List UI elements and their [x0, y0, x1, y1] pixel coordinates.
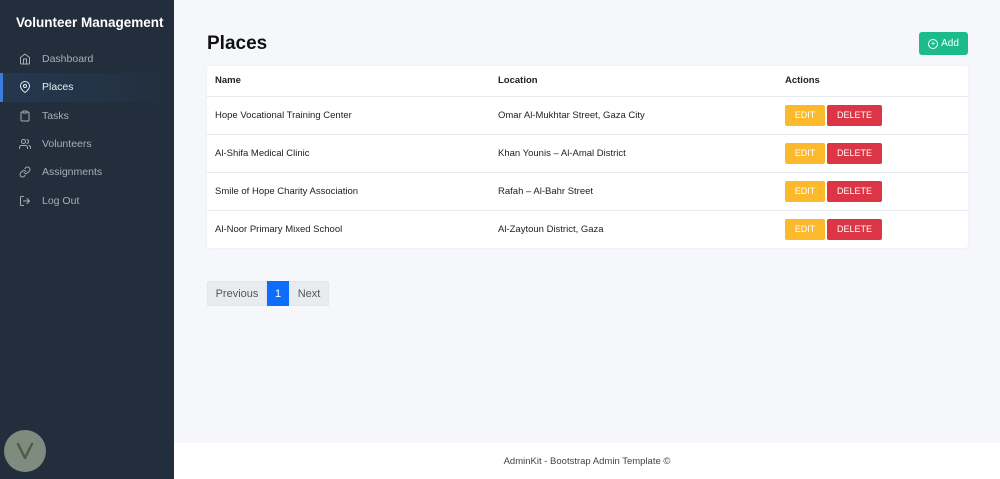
add-button[interactable]: + Add: [919, 32, 968, 55]
sidebar: Volunteer Management Dashboard Places Ta…: [0, 0, 174, 479]
table-row: Al-Noor Primary Mixed School Al-Zaytoun …: [207, 210, 968, 248]
edit-button[interactable]: EDIT: [785, 104, 825, 126]
sidebar-item-volunteers[interactable]: Volunteers: [0, 130, 174, 158]
place-name: Hope Vocational Training Center: [207, 96, 490, 135]
main-content: Places + Add Name Location Actions Hope …: [174, 0, 1000, 443]
sidebar-item-places[interactable]: Places: [0, 73, 174, 102]
home-icon: [19, 53, 31, 65]
delete-button[interactable]: DELETE: [827, 180, 882, 202]
table-header-row: Name Location Actions: [207, 66, 968, 97]
place-location: Khan Younis – Al-Amal District: [490, 134, 777, 173]
users-icon: [19, 138, 31, 150]
column-header-name: Name: [207, 66, 490, 97]
log-out-icon: [19, 195, 31, 207]
link-icon: [19, 166, 31, 178]
sidebar-item-assignments[interactable]: Assignments: [0, 158, 174, 186]
app-title[interactable]: Volunteer Management: [0, 0, 174, 44]
edit-button[interactable]: EDIT: [785, 180, 825, 202]
column-header-actions: Actions: [777, 66, 968, 97]
sidebar-item-dashboard[interactable]: Dashboard: [0, 45, 174, 73]
row-actions: EDIT DELETE: [777, 96, 968, 135]
place-name: Al-Noor Primary Mixed School: [215, 223, 343, 235]
column-header-location: Location: [490, 66, 777, 97]
add-button-label: Add: [941, 38, 959, 49]
place-location: Al-Zaytoun District, Gaza: [498, 223, 604, 235]
sidebar-item-label: Tasks: [42, 109, 69, 122]
sidebar-item-label: Assignments: [42, 166, 103, 179]
plus-circle-icon: +: [928, 38, 939, 49]
map-pin-icon: [19, 81, 31, 94]
sidebar-nav: Dashboard Places Tasks Volunteers Assign…: [0, 45, 174, 215]
row-actions: EDIT DELETE: [777, 134, 968, 173]
page-title: Places: [207, 33, 268, 54]
place-name: Smile of Hope Charity Association: [207, 172, 490, 211]
table-row: Smile of Hope Charity Association Rafah …: [207, 172, 968, 211]
edit-button[interactable]: EDIT: [785, 218, 825, 240]
delete-button[interactable]: DELETE: [827, 218, 882, 240]
sidebar-item-label: Log Out: [42, 194, 80, 207]
sidebar-item-label: Volunteers: [42, 138, 92, 151]
places-table-card: Name Location Actions Hope Vocational Tr…: [207, 66, 968, 248]
row-actions: EDIT DELETE: [777, 210, 968, 248]
table-row: Al-Shifa Medical Clinic Khan Younis – Al…: [207, 134, 968, 173]
pagination-previous[interactable]: Previous: [207, 281, 267, 306]
watermark-logo: [4, 430, 46, 472]
sidebar-item-label: Dashboard: [42, 53, 94, 66]
pagination-page-1[interactable]: 1: [267, 281, 289, 306]
delete-button[interactable]: DELETE: [827, 104, 882, 126]
delete-button[interactable]: DELETE: [827, 142, 882, 164]
row-actions: EDIT DELETE: [777, 172, 968, 211]
sidebar-item-label: Places: [42, 81, 74, 94]
pagination-next[interactable]: Next: [289, 281, 329, 306]
places-table: Name Location Actions Hope Vocational Tr…: [207, 66, 968, 248]
table-row: Hope Vocational Training Center Omar Al-…: [207, 96, 968, 135]
edit-button[interactable]: EDIT: [785, 142, 825, 164]
clipboard-icon: [19, 110, 31, 122]
sidebar-item-tasks[interactable]: Tasks: [0, 102, 174, 130]
place-location: Rafah – Al-Bahr Street: [490, 172, 777, 211]
place-location: Omar Al-Mukhtar Street, Gaza City: [490, 96, 777, 135]
pagination: Previous 1 Next: [207, 281, 329, 306]
footer-text: AdminKit - Bootstrap Admin Template ©: [503, 455, 671, 467]
footer: AdminKit - Bootstrap Admin Template ©: [174, 443, 1000, 479]
sidebar-item-log-out[interactable]: Log Out: [0, 186, 174, 214]
place-name: Al-Shifa Medical Clinic: [207, 134, 490, 173]
